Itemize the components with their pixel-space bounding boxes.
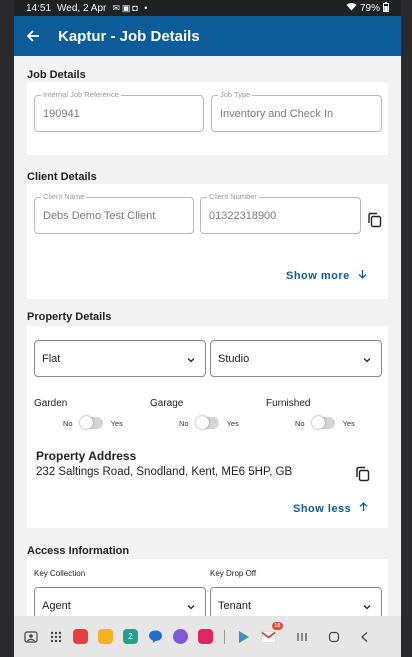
files-app-icon[interactable] [97, 628, 115, 646]
client-details-card: Client Name Debs Demo Test Client Client… [27, 184, 388, 299]
key-drop-off-value: Tenant [218, 600, 252, 612]
job-type-label: Job Type [218, 90, 253, 99]
taskbar-divider [224, 629, 225, 644]
property-subtype-select[interactable]: Studio [210, 340, 382, 377]
status-right: 79% [346, 1, 389, 15]
youtube-app-icon[interactable] [197, 628, 215, 646]
access-information-title: Access Information [27, 545, 130, 557]
scroll-content[interactable]: Job Details Internal Job Reference 19094… [14, 56, 401, 616]
client-details-title: Client Details [27, 171, 97, 183]
internal-job-reference-field[interactable]: Internal Job Reference 190941 [34, 90, 204, 132]
calendar-app-icon[interactable]: 2 [122, 628, 140, 646]
play-store-icon[interactable] [235, 628, 253, 646]
furnished-toggle[interactable] [311, 416, 335, 429]
chevron-down-icon [361, 353, 373, 365]
job-type-value: Inventory and Check In [220, 108, 334, 120]
app-bar: Kaptur - Job Details [14, 16, 401, 56]
key-drop-off-label: Key Drop Off [210, 569, 257, 578]
chevron-down-icon [185, 600, 197, 612]
copy-icon[interactable] [367, 212, 383, 228]
page-title: Kaptur - Job Details [58, 27, 200, 45]
key-drop-off-select[interactable]: Tenant [210, 587, 382, 616]
mail-badge: 18 [272, 621, 283, 630]
arrow-down-icon [358, 269, 367, 282]
property-type-value: Flat [42, 353, 61, 365]
back-arrow-icon[interactable] [22, 25, 44, 47]
property-subtype-value: Studio [218, 353, 250, 365]
key-collection-select[interactable]: Agent [34, 587, 206, 616]
chevron-down-icon [361, 600, 373, 612]
key-collection-label: Key Collection [34, 569, 86, 578]
flipboard-app-icon[interactable] [72, 628, 90, 646]
key-collection-value: Agent [42, 600, 71, 612]
client-number-label: Client Number [207, 192, 259, 201]
garage-no-label: No [179, 418, 189, 428]
chevron-down-icon [185, 353, 197, 365]
client-name-value: Debs Demo Test Client [43, 210, 156, 222]
recent-apps-icon[interactable] [293, 628, 311, 646]
messages-app-icon[interactable] [147, 628, 165, 646]
app-drawer-icon[interactable] [47, 628, 65, 646]
property-type-select[interactable]: Flat [34, 340, 206, 377]
garage-label: Garage [150, 398, 184, 409]
property-address-value: 232 Saltings Road, Snodland, Kent, ME6 5… [36, 466, 293, 478]
notification-icons: ✉▣◘ • [112, 2, 150, 13]
internal-job-reference-value: 190941 [43, 108, 80, 120]
job-details-card: Internal Job Reference 190941 Job Type I… [27, 82, 388, 155]
device-frame: 14:51 Wed, 2 Apr ✉▣◘ • 79% Kaptur - Job … [0, 0, 412, 657]
furnished-label: Furnished [266, 398, 311, 409]
gmail-icon[interactable]: 18 [260, 621, 283, 646]
property-details-title: Property Details [27, 311, 112, 323]
property-address-heading: Property Address [36, 449, 137, 463]
garden-toggle[interactable] [79, 416, 103, 429]
copy-icon[interactable] [355, 466, 371, 482]
internal-job-reference-label: Internal Job Reference [41, 90, 121, 99]
client-name-field[interactable]: Client Name Debs Demo Test Client [34, 192, 194, 234]
garden-label: Garden [34, 398, 68, 409]
garage-toggle[interactable] [195, 416, 219, 429]
status-bar: 14:51 Wed, 2 Apr ✉▣◘ • 79% [14, 0, 401, 16]
home-icon[interactable] [325, 628, 343, 646]
battery-icon [383, 1, 389, 15]
show-more-label: Show more [286, 269, 350, 282]
status-time: 14:51 [26, 2, 52, 14]
job-type-field[interactable]: Job Type Inventory and Check In [211, 90, 382, 132]
furnished-toggle-row: No Yes [295, 416, 355, 429]
garage-yes-label: Yes [226, 418, 239, 428]
status-date: Wed, 2 Apr [57, 2, 107, 14]
garden-no-label: No [63, 418, 73, 428]
property-details-card: Flat Studio Garden No Yes Garage No Yes … [27, 326, 388, 528]
show-more-button[interactable]: Show more [286, 269, 367, 282]
browser-app-icon[interactable] [172, 628, 190, 646]
arrow-up-icon [359, 502, 368, 515]
garden-toggle-row: No Yes [63, 416, 123, 429]
show-less-button[interactable]: Show less [293, 502, 368, 515]
client-name-label: Client Name [41, 192, 87, 201]
navigation-bar: 2 18 [14, 616, 401, 657]
screen: 14:51 Wed, 2 Apr ✉▣◘ • 79% Kaptur - Job … [14, 0, 401, 657]
back-icon[interactable] [356, 628, 374, 646]
wifi-icon [346, 2, 357, 14]
battery-percent: 79% [359, 2, 380, 14]
garage-toggle-row: No Yes [179, 416, 239, 429]
show-less-label: Show less [293, 502, 352, 515]
furnished-yes-label: Yes [342, 418, 355, 428]
client-number-value: 01322318900 [209, 210, 277, 222]
furnished-no-label: No [295, 418, 305, 428]
job-details-title: Job Details [27, 69, 86, 81]
assistant-icon[interactable] [22, 628, 40, 646]
access-information-card: Key Collection Key Drop Off Agent Tenant [27, 559, 388, 616]
client-number-field[interactable]: Client Number 01322318900 [200, 192, 361, 234]
garden-yes-label: Yes [110, 418, 123, 428]
